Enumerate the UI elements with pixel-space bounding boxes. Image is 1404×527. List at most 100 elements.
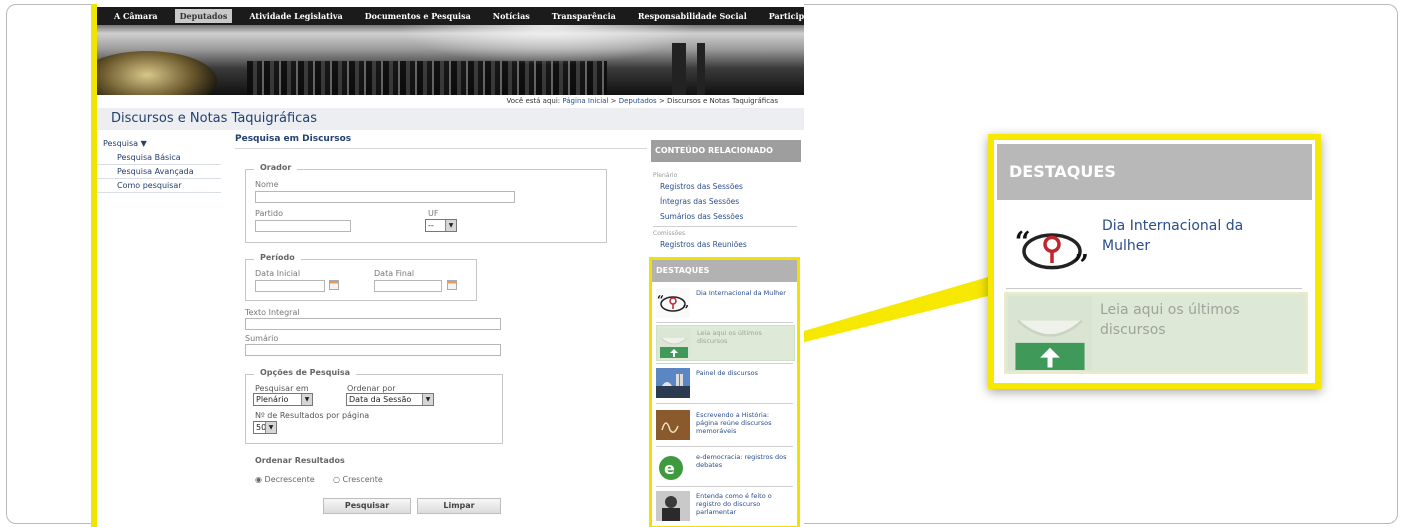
- left-sidebar: Pesquisa ▼ Pesquisa Básica Pesquisa Avan…: [97, 136, 227, 193]
- page-title-bar: Discursos e Notas Taquigráficas: [97, 108, 804, 130]
- divider: [235, 148, 647, 149]
- uf-label: UF: [428, 209, 439, 218]
- website: A Câmara Deputados Atividade Legislativa…: [91, 4, 804, 527]
- page-title: Discursos e Notas Taquigráficas: [111, 111, 318, 126]
- calendar-icon[interactable]: [447, 280, 457, 290]
- crowd-image: [247, 61, 607, 95]
- nav-participe[interactable]: Participe: [764, 9, 804, 23]
- female-speech-icon: “ ”: [656, 288, 690, 318]
- partido-input[interactable]: [255, 220, 351, 232]
- divider: [653, 226, 797, 227]
- destaques-zoom-callout: DESTAQUES “ ” Dia Internacional da Mulhe…: [988, 134, 1321, 389]
- destaque-escrevendo-historia[interactable]: Escrevendo a História: página reúne disc…: [656, 408, 793, 442]
- radio-crescente[interactable]: ○ Crescente: [333, 475, 383, 484]
- opcoes-legend: Opções de Pesquisa: [254, 368, 357, 377]
- light-effect: [397, 25, 697, 65]
- pesquisar-em-select[interactable]: Plenário ▼: [253, 393, 313, 406]
- zoom-connector-wedge: [797, 277, 988, 344]
- texto-integral-input[interactable]: [245, 318, 501, 330]
- svg-text:”: ”: [1073, 249, 1089, 282]
- nome-input[interactable]: [255, 191, 515, 203]
- sumario-input[interactable]: [245, 344, 501, 356]
- zoom-item2-line1: Leia aqui os últimos: [1100, 302, 1240, 318]
- nav-noticias[interactable]: Notícias: [488, 9, 535, 23]
- sidebar-item-como-pesquisar[interactable]: Como pesquisar: [97, 179, 221, 193]
- link-registros-sessoes[interactable]: Registros das Sessões: [660, 182, 743, 191]
- form-title: Pesquisa em Discursos: [235, 134, 352, 144]
- nome-label: Nome: [255, 180, 279, 189]
- chevron-down-icon: ▼: [301, 394, 312, 405]
- congress-building-icon: [656, 368, 690, 398]
- zoom-item2-text: Leia aqui os últimos discursos: [1100, 300, 1240, 340]
- breadcrumb-deputados-link[interactable]: Deputados: [619, 97, 657, 105]
- zoom-destaques-header: DESTAQUES: [997, 144, 1312, 200]
- divider: [656, 363, 793, 364]
- uf-select[interactable]: -- ▼: [425, 219, 457, 232]
- link-registros-reunioes[interactable]: Registros das Reuniões: [660, 240, 747, 249]
- sidebar-item-pesquisa-basica[interactable]: Pesquisa Básica: [97, 151, 221, 165]
- sidebar-item-pesquisa-avancada[interactable]: Pesquisa Avançada: [97, 165, 221, 179]
- pesquisar-em-value: Plenário: [256, 395, 289, 404]
- resultados-select[interactable]: 50 ▼: [253, 421, 277, 434]
- orador-legend: Orador: [254, 163, 298, 172]
- ordenar-resultados-title: Ordenar Resultados: [255, 456, 345, 465]
- breadcrumb-prefix: Você está aqui:: [506, 97, 561, 105]
- destaque-painel-discursos[interactable]: Painel de discursos: [656, 366, 793, 400]
- ordenar-por-select[interactable]: Data da Sessão ▼: [346, 393, 434, 406]
- nav-responsabilidade-social[interactable]: Responsabilidade Social: [633, 9, 752, 23]
- nav-transparencia[interactable]: Transparência: [547, 9, 621, 23]
- radio-unchecked-icon: ○: [333, 475, 340, 484]
- destaque-dia-mulher[interactable]: “ ” Dia Internacional da Mulher: [656, 286, 793, 320]
- limpar-button[interactable]: Limpar: [417, 498, 501, 514]
- destaque-title: e-democracia: registros dos debates: [696, 453, 787, 469]
- radio-checked-icon: ◉: [255, 475, 262, 484]
- header-banner-image: [97, 25, 804, 95]
- destaque-ultimos-discursos[interactable]: Leia aqui os últimos discursos: [656, 325, 795, 361]
- top-navigation: A Câmara Deputados Atividade Legislativa…: [97, 7, 804, 25]
- svg-text:“: “: [1015, 225, 1031, 258]
- nav-a-camara[interactable]: A Câmara: [109, 9, 163, 23]
- svg-text:e: e: [664, 459, 675, 478]
- link-integras-sessoes[interactable]: Íntegras das Sessões: [660, 197, 739, 206]
- nav-deputados[interactable]: Deputados: [174, 9, 233, 23]
- plenario-label: Plenário: [653, 172, 678, 179]
- chevron-down-icon: ▼: [422, 394, 433, 405]
- breadcrumb-separator: >: [610, 97, 617, 105]
- zoom-item1-line2: Mulher: [1102, 238, 1151, 254]
- radio-decrescente[interactable]: ◉ Decrescente: [255, 475, 315, 484]
- column-shape: [697, 43, 705, 95]
- ordenar-por-label: Ordenar por: [347, 384, 396, 393]
- column-shape: [672, 43, 686, 95]
- sumario-label: Sumário: [245, 334, 279, 343]
- breadcrumb-current: Discursos e Notas Taquigráficas: [667, 97, 778, 105]
- link-sumarios-sessoes[interactable]: Sumários das Sessões: [660, 212, 743, 221]
- destaque-title: Leia aqui os últimos discursos: [697, 329, 762, 345]
- chevron-down-icon: ▼: [445, 220, 456, 231]
- destaque-title: Entenda como é feito o registro do discu…: [696, 492, 772, 516]
- nav-atividade-legislativa[interactable]: Atividade Legislativa: [244, 9, 347, 23]
- data-final-input[interactable]: [374, 280, 442, 292]
- chevron-down-icon: ▼: [265, 422, 276, 433]
- related-content-header: CONTEÚDO RELACIONADO: [651, 140, 801, 162]
- svg-text:”: ”: [682, 303, 689, 317]
- signature-icon: [656, 410, 690, 440]
- data-final-label: Data Final: [374, 269, 415, 278]
- calendar-icon[interactable]: [329, 280, 339, 290]
- nav-documentos-pesquisa[interactable]: Documentos e Pesquisa: [360, 9, 476, 23]
- breadcrumb-home-link[interactable]: Página Inicial: [562, 97, 608, 105]
- divider: [656, 322, 793, 323]
- data-inicial-input[interactable]: [255, 280, 325, 292]
- periodo-legend: Período: [254, 253, 301, 262]
- zoom-item1-text: Dia Internacional da Mulher: [1102, 216, 1243, 256]
- divider: [656, 446, 793, 447]
- destaques-panel: DESTAQUES “ ” Dia Internacional da Mulhe…: [649, 257, 800, 527]
- female-speech-icon: “ ”: [1015, 225, 1089, 282]
- sidebar-pesquisa-toggle[interactable]: Pesquisa ▼: [97, 136, 227, 151]
- plenary-image: [97, 51, 217, 95]
- destaques-header: DESTAQUES: [652, 260, 797, 282]
- zoom-destaque-ultimos-discursos[interactable]: Leia aqui os últimos discursos: [1004, 292, 1308, 374]
- zoom-destaque-dia-mulher[interactable]: “ ” Dia Internacional da Mulher: [1006, 208, 1302, 288]
- destaque-registro-discurso[interactable]: Entenda como é feito o registro do discu…: [656, 489, 793, 523]
- destaque-e-democracia[interactable]: e e-democracia: registros dos debates: [656, 450, 793, 484]
- pesquisar-button[interactable]: Pesquisar: [323, 498, 411, 514]
